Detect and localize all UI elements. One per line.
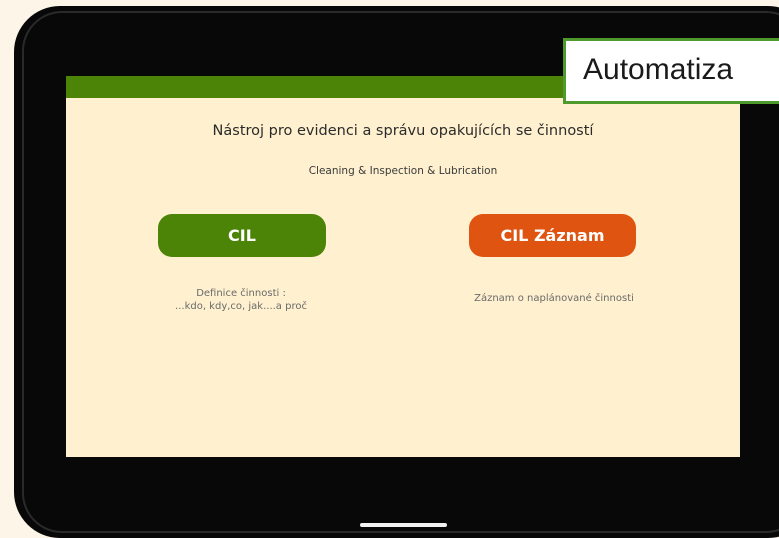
cil-description: Definice činnosti : ...kdo, kdy,co, jak.…	[136, 287, 346, 313]
title-overlay-box: Automatiza	[563, 38, 779, 104]
app-screen: Nástroj pro evidenci a správu opakujícíc…	[66, 76, 740, 457]
cil-zaznam-button-label: CIL Záznam	[500, 226, 605, 245]
cil-button-label: CIL	[228, 226, 256, 245]
home-indicator[interactable]	[360, 523, 447, 527]
app-headline: Nástroj pro evidenci a správu opakujícíc…	[212, 123, 594, 139]
cil-button[interactable]: CIL	[158, 214, 326, 257]
cil-description-line-1: Definice činnosti :	[196, 288, 286, 299]
cil-zaznam-button[interactable]: CIL Záznam	[469, 214, 636, 257]
cil-description-line-2: ...kdo, kdy,co, jak....a proč	[175, 301, 307, 312]
cil-zaznam-description: Záznam o naplánované činnosti	[474, 293, 634, 304]
overlay-title: Automatiza	[583, 53, 734, 86]
app-subtitle: Cleaning & Inspection & Lubrication	[308, 165, 498, 177]
